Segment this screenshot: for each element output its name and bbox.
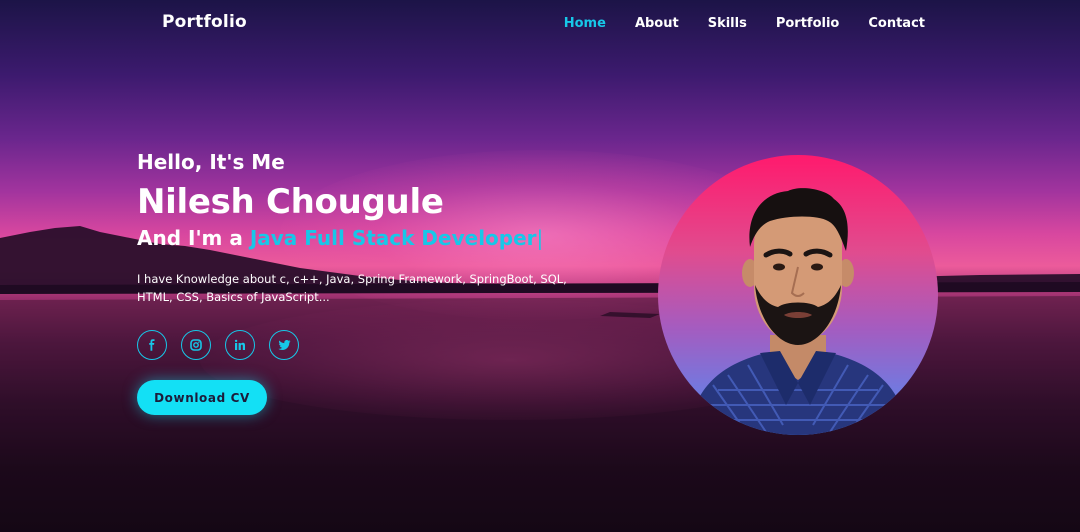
- facebook-link[interactable]: [137, 330, 167, 360]
- role-line: And I'm a Java Full Stack Developer|: [137, 226, 617, 250]
- greeting: Hello, It's Me: [137, 150, 285, 174]
- role-highlight: Java Full Stack Developer: [249, 226, 537, 250]
- instagram-icon: [190, 339, 202, 351]
- instagram-link[interactable]: [181, 330, 211, 360]
- facebook-icon: [149, 339, 155, 351]
- hero-description: I have Knowledge about c, c++, Java, Spr…: [137, 272, 567, 304]
- role-prefix: And I'm a: [137, 226, 250, 250]
- twitter-icon: [277, 340, 290, 350]
- hero-section: Hello, It's Me Nilesh Chougule And I'm a…: [137, 150, 617, 415]
- page: Portfolio Home About Skills Portfolio Co…: [0, 0, 1080, 532]
- hero-name: Nilesh Chougule: [137, 182, 444, 222]
- nav-links: Home About Skills Portfolio Contact: [564, 16, 925, 31]
- typing-cursor: |: [536, 226, 544, 250]
- profile-photo: [658, 155, 938, 435]
- site-logo[interactable]: Portfolio: [162, 12, 247, 32]
- nav-contact[interactable]: Contact: [868, 16, 925, 31]
- social-links: [137, 330, 617, 360]
- linkedin-icon: [234, 339, 245, 350]
- nav-about[interactable]: About: [635, 16, 679, 31]
- download-cv-button[interactable]: Download CV: [137, 380, 267, 415]
- nav-home[interactable]: Home: [564, 16, 606, 31]
- nav-skills[interactable]: Skills: [708, 16, 747, 31]
- top-nav: Portfolio Home About Skills Portfolio Co…: [0, 0, 1080, 48]
- person-portrait: [688, 188, 908, 435]
- nav-portfolio[interactable]: Portfolio: [776, 16, 840, 31]
- linkedin-link[interactable]: [225, 330, 255, 360]
- twitter-link[interactable]: [269, 330, 299, 360]
